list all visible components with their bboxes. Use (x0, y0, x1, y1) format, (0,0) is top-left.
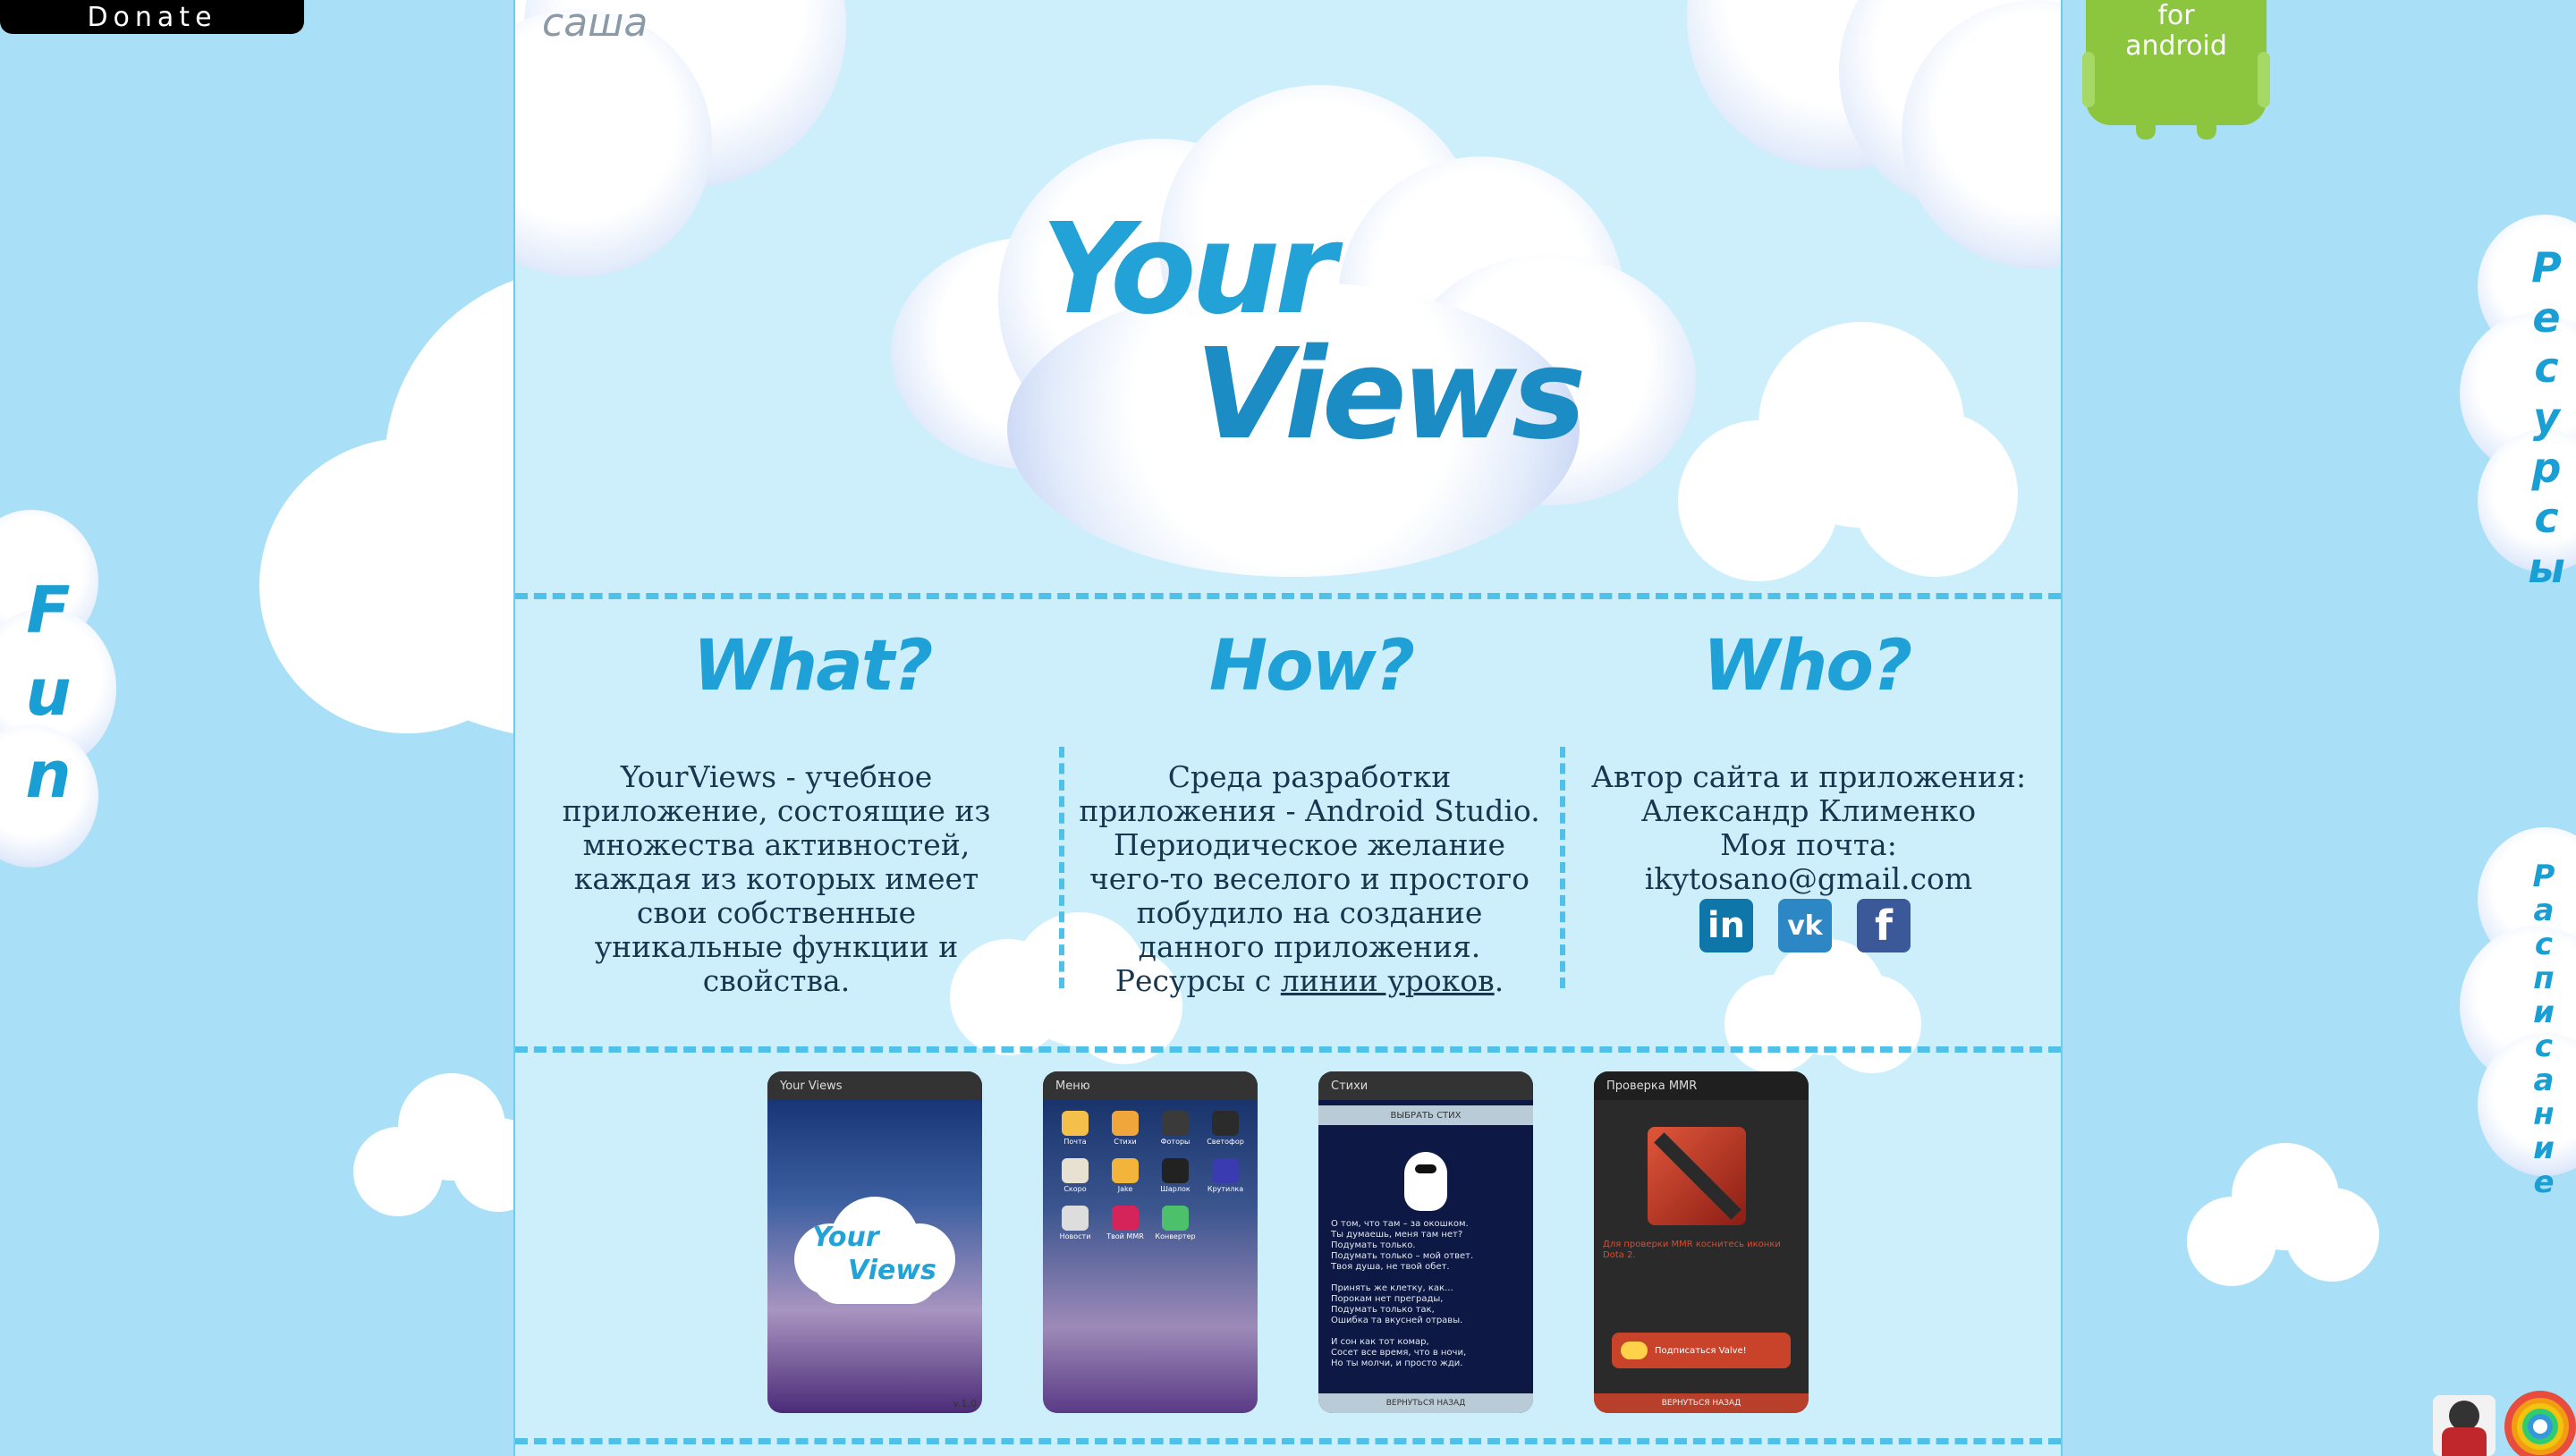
cloud-icon (1621, 1342, 1648, 1359)
logo-your[interactable]: Your (1041, 197, 1336, 343)
poem-line: Но ты молчи, и просто жди. (1331, 1359, 1463, 1368)
poem-line: Сосет все время, что в ночи, (1331, 1348, 1467, 1358)
who-line-2: Александр Клименко (1640, 793, 1977, 828)
how-text: Среда разработки приложения - Android St… (1077, 760, 1542, 998)
menu-app-icon: Конвертер (1150, 1206, 1200, 1240)
section-divider (515, 1046, 2061, 1053)
how-text-end: . (1494, 963, 1504, 998)
poem-line: Подумать только. (1331, 1240, 1416, 1250)
screenshot-title-bar: Стихи (1318, 1071, 1533, 1100)
android-badge-line2: android (2125, 30, 2227, 62)
linkedin-label: in (1707, 905, 1746, 946)
menu-app-icon: Скоро (1050, 1158, 1100, 1193)
rainbow-icon[interactable] (2504, 1391, 2576, 1456)
menu-icon-grid: Почта Стихи Фоторы Светофор Скоро Jake Шарлок К… (1050, 1111, 1250, 1240)
column-divider (1059, 747, 1064, 988)
how-title: How? (1208, 626, 1415, 707)
poem-line: Подумать только так, (1331, 1305, 1435, 1315)
menu-app-icon: Светофор (1200, 1111, 1250, 1146)
lesson-line-link[interactable]: линии уроков (1281, 963, 1495, 998)
splash-version: v.1.0 (953, 1398, 977, 1409)
menu-app-icon: Крутилка (1200, 1158, 1250, 1193)
facebook-label: f (1874, 902, 1893, 950)
logo-views[interactable]: Views (1195, 322, 1586, 468)
choose-poem-button: ВЫБРАТЬ СТИХ (1318, 1105, 1533, 1125)
android-badge-line1: for (2157, 0, 2195, 31)
poem-line (1331, 1273, 1528, 1283)
side-nav-schedule[interactable]: Расписание (2526, 859, 2562, 1198)
main-content: саша Your Views What? How? Who? YourView… (513, 0, 2063, 1456)
menu-app-icon: Новости (1050, 1206, 1100, 1240)
what-text: YourViews - учебное приложение, состоящи… (562, 759, 991, 998)
who-line-1: Автор сайта и приложения: (1590, 759, 2027, 794)
dota-icon (1648, 1127, 1746, 1225)
column-divider (1560, 747, 1565, 988)
linkedin-icon[interactable]: in (1699, 899, 1753, 952)
android-leg (2136, 116, 2156, 140)
poem-line: Твоя душа, не твой обет. (1331, 1262, 1450, 1272)
who-line-3: Моя почта: (1720, 827, 1897, 862)
android-leg (2197, 116, 2216, 140)
how-text-main: Среда разработки приложения - Android St… (1079, 759, 1540, 998)
background-cloud (1724, 939, 1921, 1091)
facebook-icon[interactable]: f (1857, 899, 1911, 952)
penguin-icon (1404, 1152, 1447, 1211)
back-button: ВЕРНУТЬСЯ НАЗАД (1594, 1393, 1809, 1413)
poem-line: Ошибка та вкусней отравы. (1331, 1316, 1463, 1325)
poem-line: И сон как тот комар, (1331, 1337, 1429, 1347)
background-cloud (1678, 322, 2018, 581)
splash-logo-your: Your (812, 1222, 879, 1253)
subscribe-button: Подписаться Valve! (1612, 1333, 1791, 1368)
mmr-hint: Для проверки MMR коснитесь иконки Dota 2… (1603, 1240, 1781, 1260)
author-email[interactable]: ikytosano@gmail.com (1576, 862, 2041, 896)
menu-app-icon: Шарлок (1150, 1158, 1200, 1193)
donate-label[interactable]: Donate (0, 0, 304, 34)
vk-label: vk (1787, 910, 1823, 942)
section-divider (515, 1438, 2061, 1444)
background-cloud (2187, 1143, 2379, 1286)
poem-line: Подумать только – мой ответ. (1331, 1251, 1474, 1261)
menu-app-icon: Твой MMR (1100, 1206, 1150, 1240)
corner-cloud (1687, 0, 2061, 295)
app-screenshot-poems[interactable]: Стихи ВЫБРАТЬ СТИХ О том, что там – за о… (1318, 1071, 1533, 1413)
back-button: ВЕРНУТЬСЯ НАЗАД (1318, 1393, 1533, 1413)
poem-text: О том, что там – за окошком. Ты думаешь, … (1331, 1219, 1528, 1369)
screenshot-title-bar: Проверка MMR (1594, 1071, 1809, 1100)
menu-app-icon: Jake (1100, 1158, 1150, 1193)
avatar-thumbnail[interactable] (2433, 1395, 2496, 1456)
android-badge[interactable]: for android (2082, 0, 2270, 143)
screenshot-title-bar: Your Views (767, 1071, 982, 1100)
poem-line: Принять же клетку, как... (1331, 1283, 1453, 1293)
splash-logo-views: Views (848, 1255, 936, 1286)
side-nav-resources[interactable]: Ресурсы (2522, 243, 2571, 594)
app-screenshot-splash[interactable]: Your Views Your Views v.1.0 (767, 1071, 982, 1413)
app-screenshot-mmr[interactable]: Проверка MMR Для проверки MMR коснитесь … (1594, 1071, 1809, 1413)
screenshot-title-bar: Меню (1043, 1071, 1258, 1100)
vk-icon[interactable]: vk (1778, 899, 1832, 952)
section-divider (515, 593, 2061, 599)
poem-line (1331, 1326, 1528, 1337)
what-title: What? (692, 626, 934, 707)
donate-button[interactable]: Donate (0, 0, 304, 34)
who-text: Автор сайта и приложения: Александр Клим… (1576, 760, 2041, 896)
who-title: Who? (1702, 626, 1912, 707)
side-nav-fun[interactable]: Fun (11, 572, 86, 819)
menu-app-icon: Стихи (1100, 1111, 1150, 1146)
menu-app-icon: Фоторы (1150, 1111, 1200, 1146)
poem-line: Ты думаешь, меня там нет? (1331, 1230, 1463, 1240)
handwritten-name: саша (542, 0, 648, 46)
app-screenshot-menu[interactable]: Меню Почта Стихи Фоторы Светофор Скоро Jake Ша… (1043, 1071, 1258, 1413)
poem-line: Порокам нет преграды, (1331, 1294, 1444, 1304)
poem-line: О том, что там – за окошком. (1331, 1219, 1469, 1229)
menu-app-icon: Почта (1050, 1111, 1100, 1146)
